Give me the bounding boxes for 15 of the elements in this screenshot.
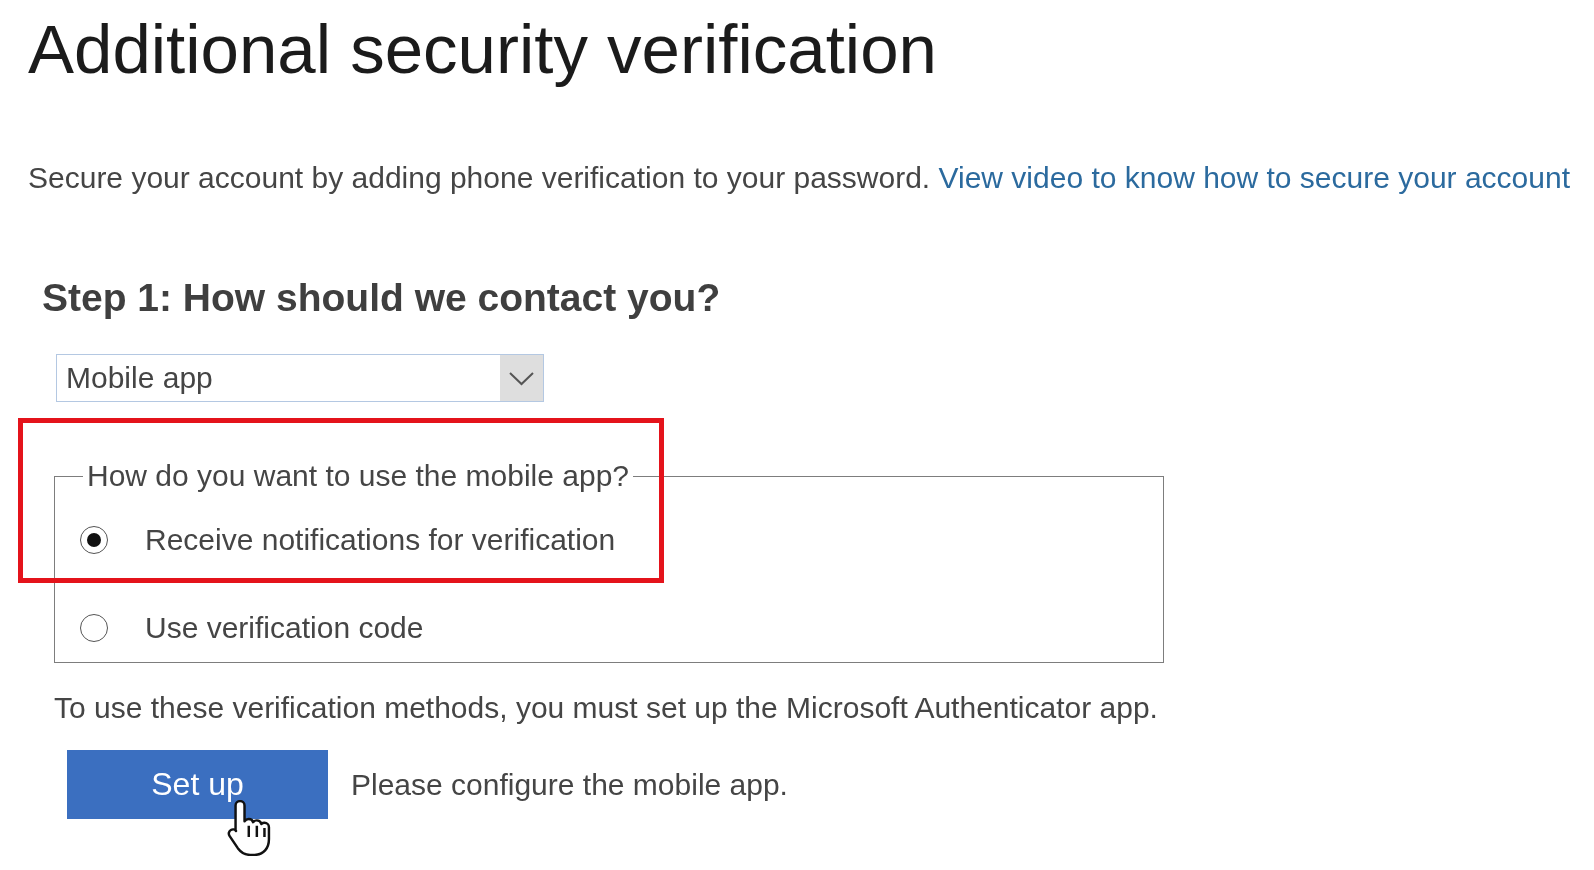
intro-text: Secure your account by adding phone verification to your password. View video to know how to secure your account: [28, 160, 1570, 196]
step-heading: Step 1: How should we contact you?: [42, 276, 721, 320]
option-label: Receive notifications for verification: [145, 522, 616, 558]
video-link[interactable]: View video to know how to secure your account: [938, 161, 1570, 194]
contact-method-dropdown[interactable]: Mobile app: [56, 354, 544, 402]
radio-button[interactable]: [80, 526, 108, 554]
radio-button[interactable]: [80, 614, 108, 642]
setup-button[interactable]: Set up: [67, 750, 328, 819]
page-title: Additional security verification: [28, 10, 937, 90]
hand-cursor-icon: [227, 800, 271, 856]
chevron-down-icon: [500, 355, 543, 401]
option-label: Use verification code: [145, 610, 424, 646]
info-text: To use these verification methods, you must set up the Microsoft Authenticator app.: [54, 690, 1158, 726]
status-text: Please configure the mobile app.: [351, 766, 788, 803]
options-legend: How do you want to use the mobile app?: [83, 458, 633, 494]
